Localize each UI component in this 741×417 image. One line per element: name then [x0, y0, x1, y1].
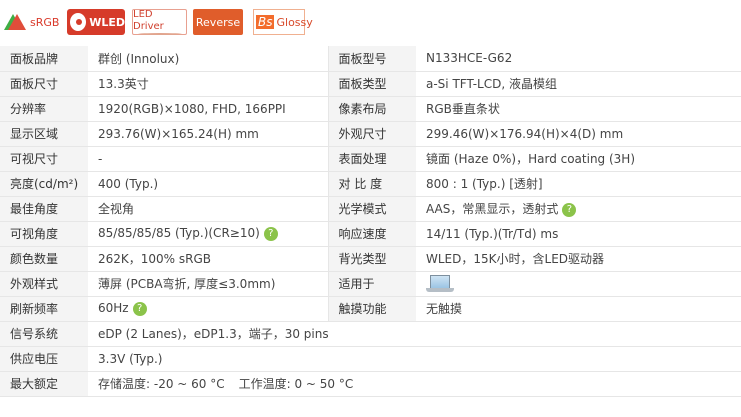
led-bulb-icon — [70, 13, 87, 31]
laptop-icon — [426, 274, 454, 294]
table-row: 面板尺寸 13.3英寸 面板类型 a-Si TFT-LCD, 液晶模组 — [0, 71, 741, 97]
wled-label: WLED — [89, 15, 125, 29]
spec-value-cell: AAS，常黑显示，透射式? — [416, 196, 741, 222]
spec-value: WLED，15K小时，含LED驱动器 — [416, 246, 741, 272]
spec-label: 显示区域 — [0, 121, 88, 147]
wled-badge: WLED — [67, 9, 125, 35]
spec-label: 亮度(cd/m²) — [0, 171, 88, 197]
spec-label: 分辨率 — [0, 96, 88, 122]
table-row: 供应电压 3.3V (Typ.) — [0, 346, 741, 372]
spec-value: eDP (2 Lanes)，eDP1.3，端子，30 pins — [88, 321, 741, 347]
spec-label: 信号系统 — [0, 321, 88, 347]
spec-value: AAS，常黑显示，透射式 — [426, 202, 559, 216]
glossy-label: Glossy — [276, 15, 313, 29]
table-row: 刷新频率 60Hz? 触摸功能 无触摸 — [0, 296, 741, 322]
spec-value-cell: 存储温度: -20 ~ 60 °C 工作温度: 0 ~ 50 °C — [88, 371, 741, 397]
spec-value: 13.3英寸 — [88, 71, 329, 97]
spec-value: - — [88, 146, 329, 172]
spec-label: 像素布局 — [328, 96, 416, 122]
spec-label: 最佳角度 — [0, 196, 88, 222]
wave-icon — [137, 33, 182, 35]
glossy-prefix: Bs — [256, 15, 275, 29]
spec-value: 85/85/85/85 (Typ.)(CR≥10) — [98, 226, 260, 241]
spec-label: 对 比 度 — [328, 171, 416, 197]
table-row: 可视尺寸 - 表面处理 镜面 (Haze 0%)，Hard coating (3… — [0, 146, 741, 172]
spec-label: 可视角度 — [0, 221, 88, 247]
led-driver-badge: LED Driver — [132, 9, 187, 35]
spec-label: 供应电压 — [0, 346, 88, 372]
table-row: 可视角度 85/85/85/85 (Typ.)(CR≥10)? 响应速度 14/… — [0, 221, 741, 247]
spec-label: 面板品牌 — [0, 46, 88, 72]
spec-label: 刷新频率 — [0, 296, 88, 322]
spec-value: 60Hz — [98, 301, 129, 316]
spec-label: 面板类型 — [328, 71, 416, 97]
spec-value: 293.76(W)×165.24(H) mm — [88, 121, 329, 147]
spec-value-cell — [416, 271, 741, 297]
table-row: 最佳角度 全视角 光学模式 AAS，常黑显示，透射式? — [0, 196, 741, 222]
spec-label: 可视尺寸 — [0, 146, 88, 172]
spec-value: 14/11 (Typ.)(Tr/Td) ms — [416, 221, 741, 247]
led-driver-label: LED Driver — [133, 9, 164, 32]
spec-value: 400 (Typ.) — [88, 171, 329, 197]
spec-label: 适用于 — [328, 271, 416, 297]
spec-label: 触摸功能 — [328, 296, 416, 322]
spec-label: 最大额定 — [0, 371, 88, 397]
spec-label: 表面处理 — [328, 146, 416, 172]
spec-value: 262K，100% sRGB — [88, 246, 329, 272]
spec-value: N133HCE-G62 — [416, 46, 741, 72]
spec-table: 面板品牌 群创 (Innolux) 面板型号 N133HCE-G62 面板尺寸 … — [0, 46, 741, 397]
help-circle-icon[interactable]: ? — [263, 226, 278, 241]
spec-value: 全视角 — [88, 196, 329, 222]
spec-value: 群创 (Innolux) — [88, 46, 329, 72]
spec-value: a-Si TFT-LCD, 液晶模组 — [416, 71, 741, 97]
table-row: 面板品牌 群创 (Innolux) 面板型号 N133HCE-G62 — [0, 46, 741, 72]
table-row: 显示区域 293.76(W)×165.24(H) mm 外观尺寸 299.46(… — [0, 121, 741, 147]
color-gamut-icon — [8, 14, 26, 30]
spec-label: 颜色数量 — [0, 246, 88, 272]
spec-value: 299.46(W)×176.94(H)×4(D) mm — [416, 121, 741, 147]
spec-value: 无触摸 — [416, 296, 741, 322]
spec-value-cell: 85/85/85/85 (Typ.)(CR≥10)? — [88, 221, 329, 247]
table-row: 亮度(cd/m²) 400 (Typ.) 对 比 度 800 : 1 (Typ.… — [0, 171, 741, 197]
spec-value-cell: 60Hz? — [88, 296, 329, 322]
reverse-label: Reverse — [195, 15, 241, 29]
table-row: 信号系统 eDP (2 Lanes)，eDP1.3，端子，30 pins — [0, 321, 741, 347]
operating-temp: 工作温度: 0 ~ 50 °C — [238, 377, 354, 391]
glossy-badge: Bs Glossy — [253, 9, 313, 35]
spec-value: 3.3V (Typ.) — [88, 346, 741, 372]
spec-value: 800 : 1 (Typ.) [透射] — [416, 171, 741, 197]
spec-label: 面板尺寸 — [0, 71, 88, 97]
srgb-badge: sRGB — [8, 9, 64, 35]
table-row: 最大额定 存储温度: -20 ~ 60 °C 工作温度: 0 ~ 50 °C — [0, 371, 741, 397]
spec-value: 镜面 (Haze 0%)，Hard coating (3H) — [416, 146, 741, 172]
spec-value: RGB垂直条状 — [416, 96, 741, 122]
spec-label: 面板型号 — [328, 46, 416, 72]
spec-label: 外观样式 — [0, 271, 88, 297]
table-row: 分辨率 1920(RGB)×1080, FHD, 166PPI 像素布局 RGB… — [0, 96, 741, 122]
reverse-badge: Reverse — [193, 9, 243, 35]
table-row: 颜色数量 262K，100% sRGB 背光类型 WLED，15K小时，含LED… — [0, 246, 741, 272]
spec-label: 背光类型 — [328, 246, 416, 272]
srgb-label: sRGB — [30, 15, 60, 29]
spec-label: 响应速度 — [328, 221, 416, 247]
spec-value: 1920(RGB)×1080, FHD, 166PPI — [88, 96, 329, 122]
help-circle-icon[interactable]: ? — [132, 301, 147, 316]
spec-label: 光学模式 — [328, 196, 416, 222]
spec-value: 薄屏 (PCBA弯折, 厚度≤3.0mm) — [88, 271, 329, 297]
feature-badges: sRGB WLED LED Driver Reverse Bs Glossy — [0, 0, 741, 46]
spec-label: 外观尺寸 — [328, 121, 416, 147]
help-circle-icon[interactable]: ? — [562, 202, 577, 217]
table-row: 外观样式 薄屏 (PCBA弯折, 厚度≤3.0mm) 适用于 — [0, 271, 741, 297]
storage-temp: 存储温度: -20 ~ 60 °C — [98, 377, 225, 391]
